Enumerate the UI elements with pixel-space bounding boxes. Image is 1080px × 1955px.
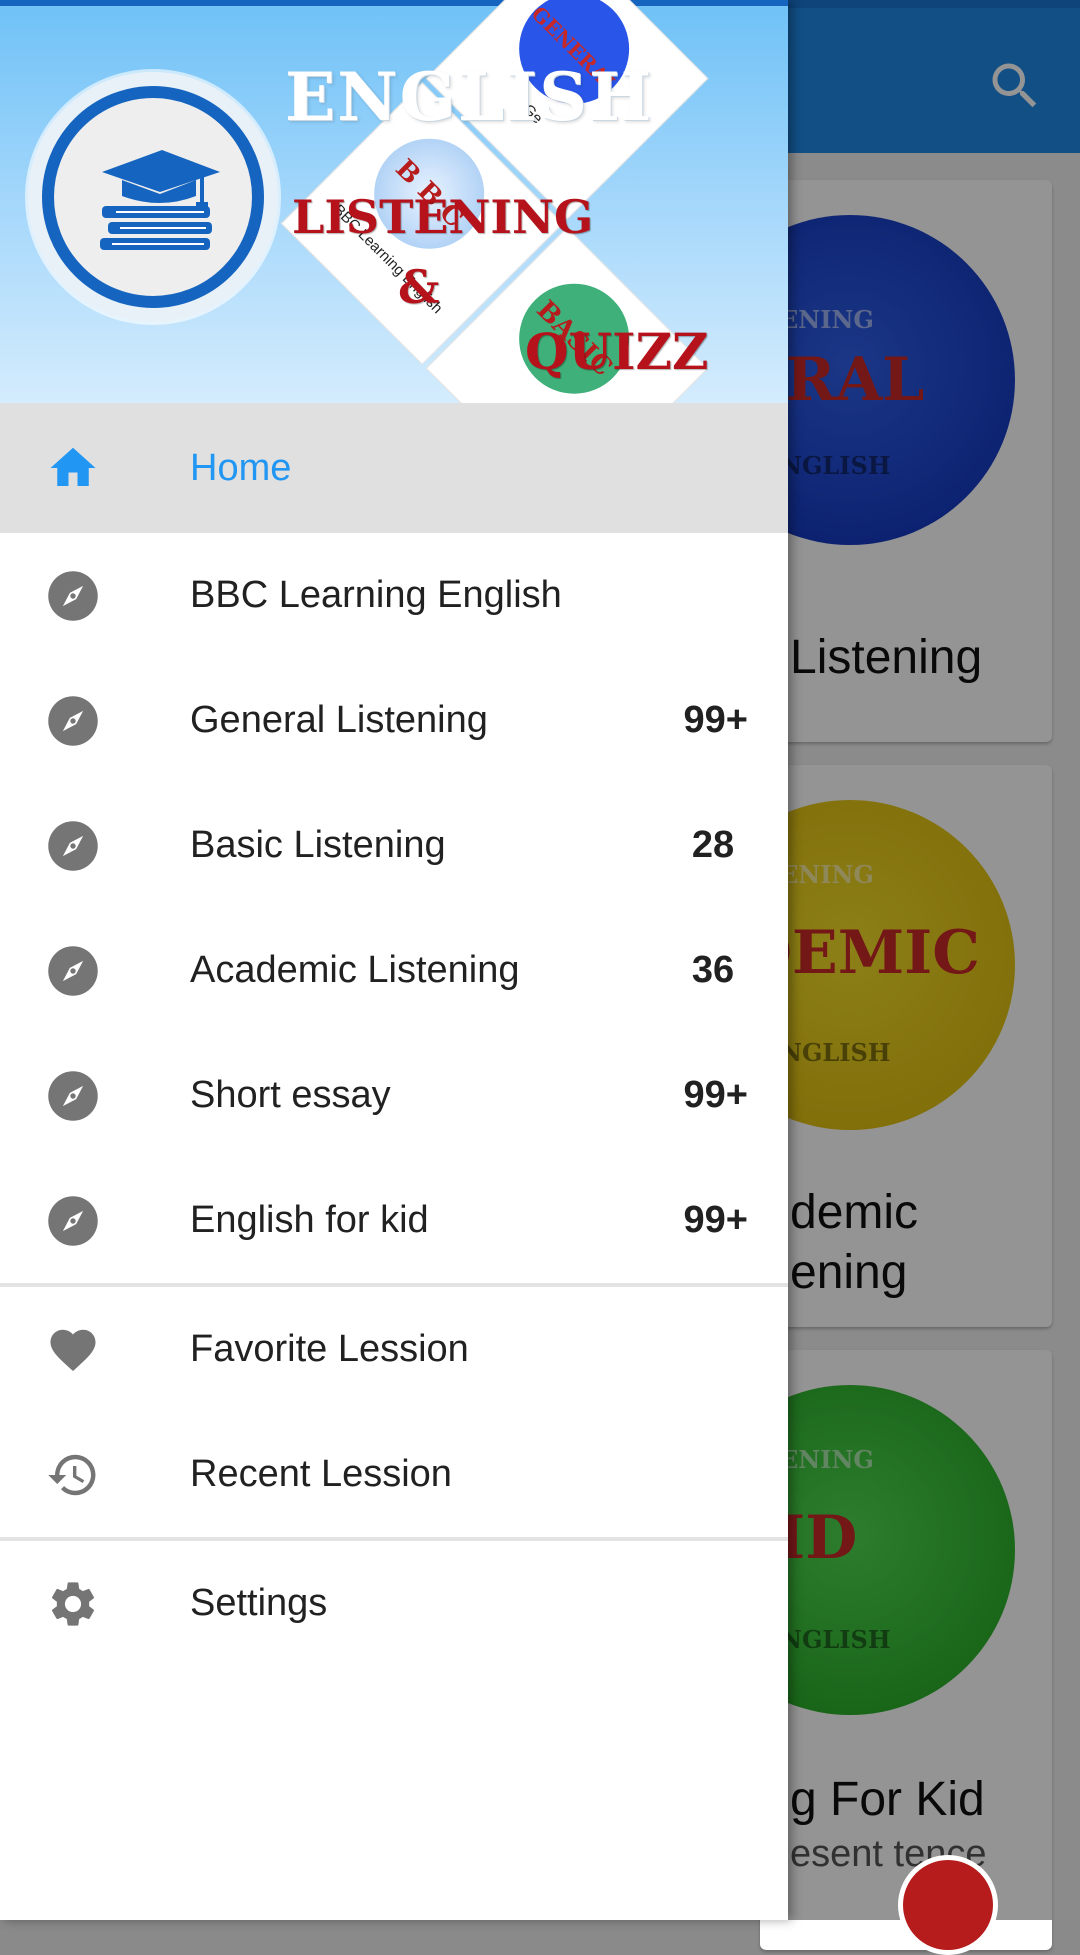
gear-icon bbox=[51, 1582, 95, 1626]
menu-item-count: 99+ bbox=[683, 1199, 748, 1241]
menu-item-count: 99+ bbox=[683, 1074, 748, 1116]
menu-item-label: BBC Learning English bbox=[190, 574, 562, 616]
menu-item-label: Recent Lession bbox=[190, 1453, 452, 1495]
drawer-header: GENERAL Ge B B C BBC Learning English BA… bbox=[0, 0, 788, 403]
heart-icon bbox=[50, 1329, 96, 1372]
compass-icon bbox=[48, 571, 98, 621]
menu-item-label: Home bbox=[190, 447, 292, 489]
menu-item-count: 99+ bbox=[683, 699, 748, 741]
header-title-listening: LISTENING bbox=[292, 190, 594, 244]
menu-item-home[interactable]: Home bbox=[0, 403, 788, 533]
menu-item-label: Basic Listening bbox=[190, 824, 446, 866]
graduation-cap-books-icon bbox=[100, 150, 220, 250]
menu-item-short-essay[interactable]: Short essay 99+ bbox=[0, 1033, 788, 1159]
compass-icon bbox=[48, 946, 98, 996]
menu-item-count: 36 bbox=[691, 949, 735, 991]
menu-item-label: English for kid bbox=[190, 1199, 429, 1241]
logo-ring bbox=[42, 86, 264, 308]
compass-icon bbox=[48, 1071, 98, 1121]
app-logo bbox=[28, 72, 278, 322]
menu-item-academic-listening[interactable]: Academic Listening 36 bbox=[0, 908, 788, 1034]
navigation-drawer: GENERAL Ge B B C BBC Learning English BA… bbox=[0, 0, 788, 1920]
history-icon bbox=[48, 1454, 96, 1496]
menu-item-label: Short essay bbox=[190, 1074, 391, 1116]
menu-item-label: General Listening bbox=[190, 699, 488, 741]
menu-item-count: 28 bbox=[691, 824, 735, 866]
menu-item-favorite-lession[interactable]: Favorite Lession bbox=[0, 1287, 788, 1413]
menu-item-basic-listening[interactable]: Basic Listening 28 bbox=[0, 783, 788, 909]
menu-item-settings[interactable]: Settings bbox=[0, 1541, 788, 1667]
menu-item-label: Settings bbox=[190, 1582, 328, 1624]
dictionary-fab-button[interactable] bbox=[898, 1855, 998, 1955]
header-title-english: ENGLISH bbox=[285, 58, 654, 136]
menu-item-label: Favorite Lession bbox=[190, 1328, 469, 1370]
menu-item-english-for-kid[interactable]: English for kid 99+ bbox=[0, 1158, 788, 1284]
compass-icon bbox=[48, 696, 98, 746]
home-icon bbox=[50, 447, 96, 486]
compass-icon bbox=[48, 821, 98, 871]
menu-item-recent-lession[interactable]: Recent Lession bbox=[0, 1412, 788, 1538]
header-top-line bbox=[0, 0, 788, 6]
header-title-quizz: QUIZZ bbox=[525, 322, 709, 381]
menu-item-bbc-learning-english[interactable]: BBC Learning English bbox=[0, 533, 788, 659]
compass-icon bbox=[48, 1196, 98, 1246]
menu-item-label: Academic Listening bbox=[190, 949, 520, 991]
header-title-ampersand: & bbox=[398, 260, 440, 314]
menu-item-general-listening[interactable]: General Listening 99+ bbox=[0, 658, 788, 784]
